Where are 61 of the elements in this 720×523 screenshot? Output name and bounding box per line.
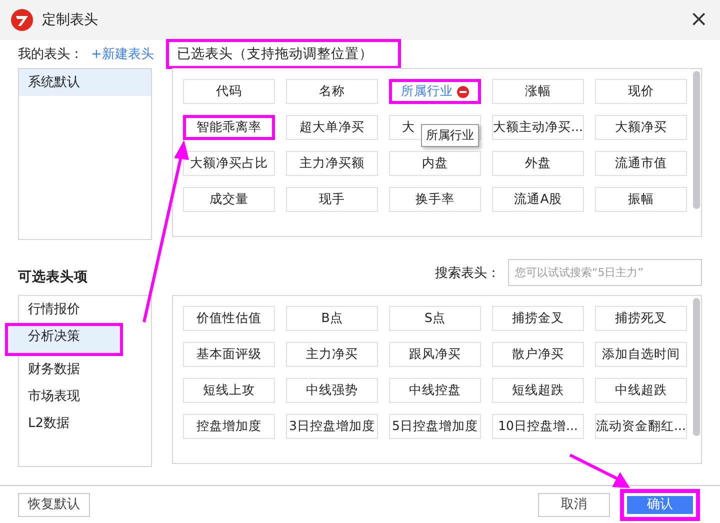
column-chip[interactable]: 跟风净买 <box>389 342 481 367</box>
column-chip[interactable]: 短线超跌 <box>492 378 584 403</box>
column-chip[interactable]: 大额净买占比 <box>183 151 275 176</box>
column-chip[interactable]: 外盘 <box>492 151 584 176</box>
list-item[interactable]: 系统默认 <box>19 69 151 96</box>
list-item[interactable]: 财务数据 <box>19 356 151 383</box>
annotation-arrow <box>569 454 630 488</box>
column-chip[interactable]: 中线强势 <box>286 378 378 403</box>
column-chip[interactable]: 流通市值 <box>595 151 687 176</box>
section-label: 可选表头项 <box>18 268 88 286</box>
column-chip[interactable]: 5日控盘增加度 <box>389 414 481 439</box>
column-chip[interactable]: 散户净买 <box>492 342 584 367</box>
column-chip[interactable]: 10日控盘增... <box>492 414 584 439</box>
column-chip[interactable]: 主力净买 <box>286 342 378 367</box>
section-label: 我的表头： <box>18 46 83 63</box>
column-chip[interactable]: 价值性估值 <box>183 306 275 331</box>
column-chip[interactable]: 现手 <box>286 187 378 212</box>
column-chip[interactable]: 流通A股 <box>492 187 584 212</box>
dialog-button[interactable]: 恢复默认 <box>18 493 90 517</box>
confirm-button[interactable]: 确认 <box>620 489 700 521</box>
remove-icon[interactable] <box>457 86 469 98</box>
column-chip[interactable]: 基本面评级 <box>183 342 275 367</box>
column-chip[interactable]: 代码 <box>183 79 275 104</box>
column-chip[interactable]: 短线上攻 <box>183 378 275 403</box>
list-item[interactable]: L2数据 <box>19 410 151 437</box>
new-header-link[interactable]: +新建表头 <box>91 45 154 63</box>
list-item[interactable]: 分析决策 <box>5 323 123 356</box>
column-chip[interactable]: 现价 <box>595 79 687 104</box>
list-item[interactable]: 行情报价 <box>19 296 151 323</box>
column-chip[interactable]: 内盘 <box>389 151 481 176</box>
column-chip[interactable]: 名称 <box>286 79 378 104</box>
search-label: 搜索表头： <box>435 264 500 282</box>
column-chip[interactable]: 换手率 <box>389 187 481 212</box>
list-item[interactable]: 市场表现 <box>19 383 151 410</box>
column-chip[interactable]: 超大单净买 <box>286 115 378 140</box>
column-chip[interactable]: 捕捞金叉 <box>492 306 584 331</box>
column-chip[interactable]: 涨幅 <box>492 79 584 104</box>
column-chip[interactable]: 成交量 <box>183 187 275 212</box>
column-chip[interactable]: 控盘增加度 <box>183 414 275 439</box>
tooltip: 所属行业 <box>421 124 479 147</box>
column-chip[interactable]: 流动资金翻红... <box>595 414 687 439</box>
column-chip[interactable]: 中线超跌 <box>595 378 687 403</box>
column-chip[interactable]: 智能乖离率 <box>183 115 275 140</box>
column-chip[interactable]: 添加自选时间 <box>595 342 687 367</box>
app-logo-icon <box>11 9 33 31</box>
dialog-button[interactable]: 取消 <box>538 493 610 517</box>
column-chip[interactable]: 捕捞死叉 <box>595 306 687 331</box>
column-chip[interactable]: 振幅 <box>595 187 687 212</box>
column-chip[interactable]: 中线控盘 <box>389 378 481 403</box>
column-chip[interactable]: B点 <box>286 306 378 331</box>
close-button[interactable]: × <box>688 9 710 31</box>
column-chip[interactable]: 主力净买额 <box>286 151 378 176</box>
scrollbar[interactable] <box>693 298 700 436</box>
window-title: 定制表头 <box>42 11 99 29</box>
column-chip[interactable]: 大额主动净买... <box>492 115 584 140</box>
scrollbar[interactable] <box>693 71 700 209</box>
column-chip[interactable]: 3日控盘增加度 <box>286 414 378 439</box>
column-chip[interactable]: 所属行业 <box>389 79 481 104</box>
search-field[interactable]: 您可以试试搜索“5日主力” <box>508 259 702 286</box>
column-chip[interactable]: 大额净买 <box>595 115 687 140</box>
column-chip[interactable]: S点 <box>389 306 481 331</box>
